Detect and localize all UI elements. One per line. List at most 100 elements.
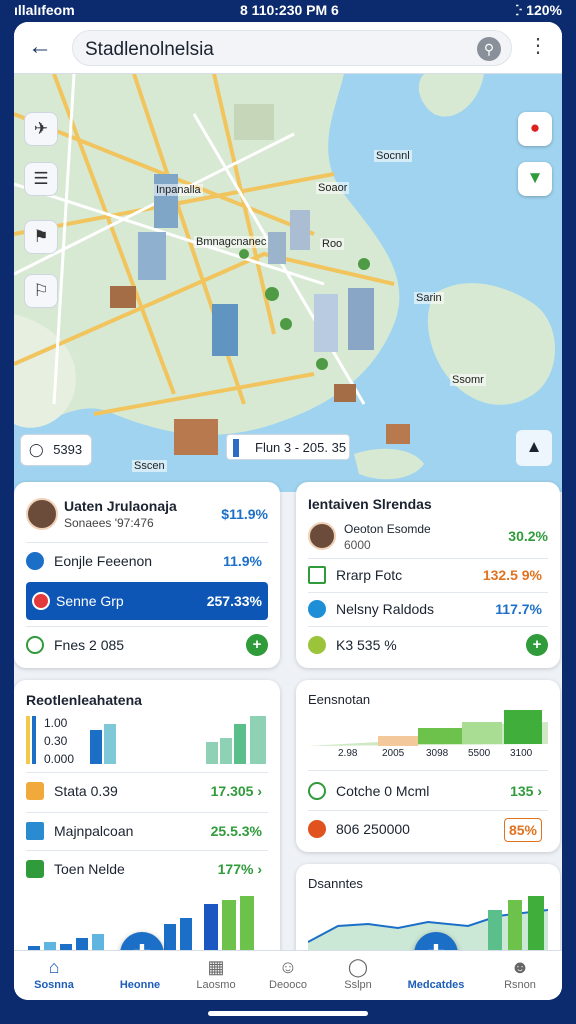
nav-item-home[interactable]: ⌂ Sosnna [20, 951, 88, 1000]
interactive-trends-card[interactable]: Ientaiven Slrendas Oeoton Esomde 6000 30… [296, 482, 560, 668]
strip-bar [222, 900, 236, 954]
layers-tool-icon[interactable]: ✈ [24, 112, 58, 146]
map-label: Sarin [414, 292, 444, 304]
map-label: Roo [320, 238, 345, 250]
nav-item-stats[interactable]: ▦ Laosmo [182, 951, 250, 1000]
row-value: 135 › [510, 783, 542, 799]
city-map[interactable]: ✈ ☰ ⚑ ⚐ ● ▼ Inpanalla Bmnagcnanec Roo So… [14, 74, 562, 492]
card-icon [308, 566, 326, 584]
relationship-card[interactable]: Reotlenleahatena 1.00 0.30 0.000 Stata 0… [14, 680, 280, 970]
nav-label: Rsnon [504, 979, 536, 991]
leaf-icon [26, 636, 44, 654]
time-marker [233, 439, 239, 457]
divider [308, 558, 548, 559]
nav-label: Sslpn [344, 979, 372, 991]
card3-title: Reotlenleahatena [26, 692, 142, 708]
divider [308, 626, 548, 627]
stat-row[interactable]: Eonjle Feeenon 11.9% [26, 546, 268, 576]
divider [26, 850, 268, 851]
stat-row[interactable]: Nelsny Raldods 117.7% [308, 594, 548, 624]
nav-item-user[interactable]: ☻ Rsnon [486, 951, 554, 1000]
nav-item-profile[interactable]: ☺ Deooco [254, 951, 322, 1000]
stat-row[interactable]: 806 250000 85% [308, 814, 548, 844]
nav-item-map[interactable]: Heonne [106, 951, 174, 1000]
divider [26, 772, 268, 773]
time-label: Flun 3 - 205. 35 [255, 440, 347, 455]
sensor-card[interactable]: Eensnotan 2.98 2005 3098 5500 3100 Cotch… [296, 680, 560, 852]
search-text[interactable]: Stadlenolnelsia [85, 39, 214, 61]
stat-row[interactable]: Toen Nelde 177% › [26, 854, 268, 884]
strip-bar [204, 904, 218, 954]
stat-row[interactable]: Fnes 2 085 + [26, 630, 268, 660]
ring-icon [308, 782, 326, 800]
map-label: Ssomr [450, 374, 486, 386]
marker-tool-icon[interactable]: ⚑ [24, 220, 58, 254]
recenter-icon[interactable]: ▼ [518, 162, 552, 196]
add-icon[interactable]: + [526, 634, 548, 656]
avatar [26, 498, 58, 530]
nav-item-help[interactable]: ◯ Sslpn [324, 951, 392, 1000]
stat-row[interactable]: Cotche 0 Mcml 135 › [308, 776, 548, 806]
flag-tool-icon[interactable]: ⚐ [24, 274, 58, 308]
arrow-left-icon[interactable]: ← [26, 34, 54, 62]
strip-bar [240, 896, 254, 954]
zoom-chip[interactable]: ◯ 5393 [20, 434, 92, 466]
nav-label: Heonne [119, 979, 161, 991]
map-pin-icon [106, 957, 174, 979]
row-value: 132.5 9% [482, 567, 542, 583]
divider [26, 542, 268, 543]
stat-row[interactable]: Majnpalcoan 25.5.3% [26, 816, 268, 846]
search-field[interactable]: Stadlenolnelsia ⚲ [72, 30, 512, 66]
mini-bar [206, 742, 218, 764]
legend-bar-yellow [26, 716, 30, 764]
stat-row[interactable]: Stata 0.39 17.305 › [26, 776, 268, 806]
mini-bar [104, 724, 116, 764]
user-icon: ☻ [510, 957, 530, 977]
card4-title: Eensnotan [308, 692, 371, 707]
highlighted-row[interactable]: Senne Grp 257.33% [26, 582, 268, 620]
avatar [308, 522, 336, 550]
card2-person-sub: 6000 [344, 538, 371, 552]
more-vertical-icon[interactable]: ⋮ [528, 36, 548, 56]
mini-bar [234, 724, 246, 764]
profile-stats-card[interactable]: Uaten Jrulaonaja Sonaees '97:476 $11.9% … [14, 482, 280, 668]
row-value: 177% › [217, 861, 262, 877]
row-label: Fnes 2 085 [54, 637, 125, 653]
map-label: Soaor [316, 182, 350, 194]
battery-text: ⴾ 120% [515, 2, 562, 18]
location-icon [402, 957, 470, 979]
nav-label: Laosmo [196, 979, 236, 991]
stat-row[interactable]: Rrarp Fotc 132.5 9% [308, 560, 548, 590]
home-indicator[interactable] [208, 1011, 368, 1016]
stat-row[interactable]: K3 535 % + [308, 630, 548, 660]
divider [308, 592, 548, 593]
row-label: Nelsny Raldods [336, 601, 435, 617]
search-icon[interactable]: ⚲ [477, 37, 501, 61]
home-icon: ⌂ [48, 957, 60, 977]
nav-label: Sosnna [34, 979, 74, 991]
row-label: 806 250000 [336, 821, 410, 837]
nav-item-location[interactable]: Medcatdes [402, 951, 470, 1000]
add-icon[interactable]: + [246, 634, 268, 656]
row-label: Majnpalcoan [54, 823, 134, 839]
status-bar: ıllalıfeom 8 110:230 PM 6 ⴾ 120% [0, 0, 576, 22]
location-pin-icon[interactable]: ● [518, 112, 552, 146]
compass-icon[interactable]: ▲ [516, 430, 552, 466]
map-canvas [14, 74, 555, 480]
record-icon [32, 592, 50, 610]
divider [308, 810, 548, 811]
row-value: 257.33% [206, 593, 262, 609]
row-label: Toen Nelde [54, 861, 125, 877]
list-icon [26, 822, 44, 840]
mini-bar [90, 730, 102, 764]
mini-bar [250, 716, 266, 764]
bag-tool-icon[interactable]: ☰ [24, 162, 58, 196]
app-window: ← Stadlenolnelsia ⚲ ⋮ ✈ ☰ ⚑ ⚐ ● ▼ Inpana… [14, 22, 562, 1000]
alert-icon [308, 820, 326, 838]
strip-bar [180, 918, 192, 954]
time-range-chip[interactable]: Flun 3 - 205. 35 [226, 434, 350, 460]
nav-label: Medcatdes [407, 979, 465, 991]
divider [308, 770, 548, 771]
tick-label: 5500 [468, 748, 491, 759]
carrier-text: ıllalıfeom [14, 2, 75, 18]
